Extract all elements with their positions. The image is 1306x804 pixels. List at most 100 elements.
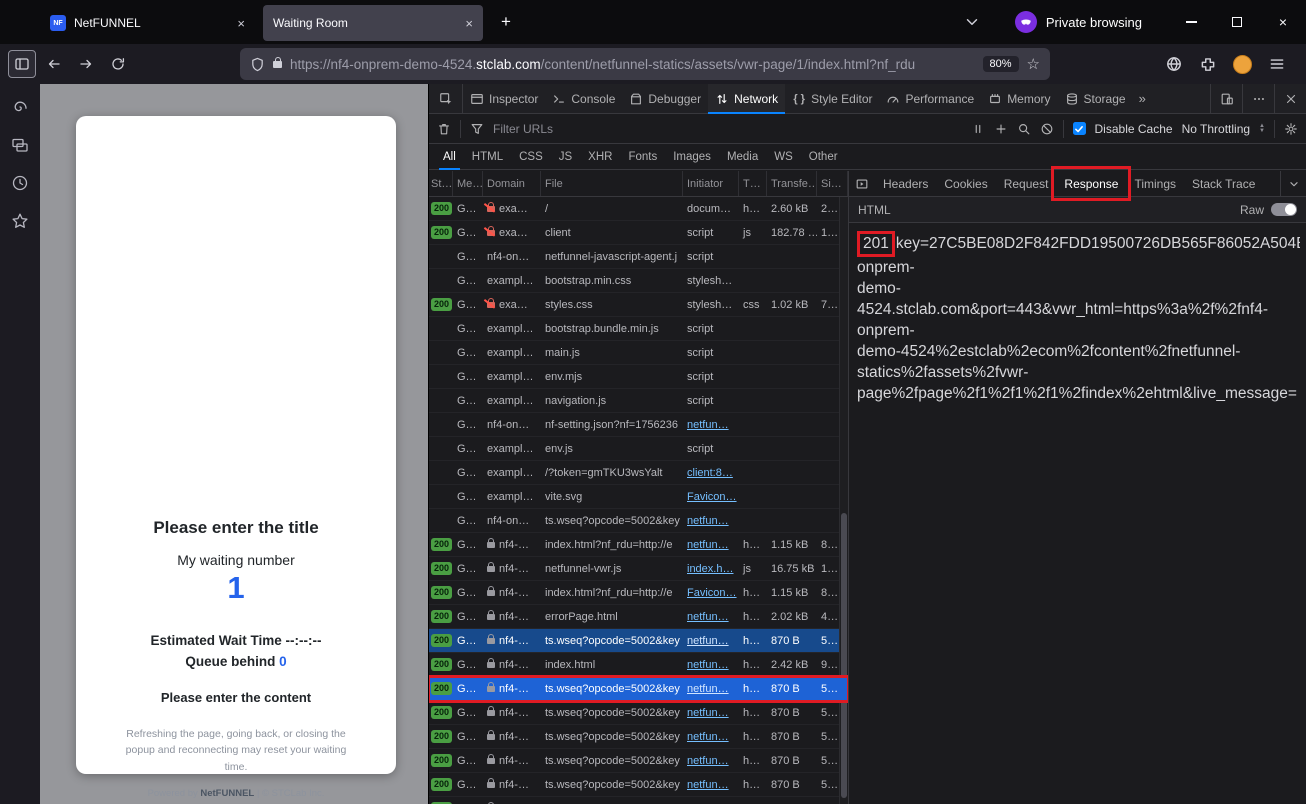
initiator-link[interactable]: netfun… <box>687 779 729 791</box>
network-request-row[interactable]: 200G…nf4-…index.html?nf_rdu=http://eFavi… <box>429 581 848 605</box>
network-request-row[interactable]: 200G…nf4-…ts.wseq?opcode=5002&keynetfun…… <box>429 629 848 653</box>
initiator-link[interactable]: netfun… <box>687 683 729 695</box>
tracking-protection-shield-icon[interactable] <box>250 57 265 72</box>
request-filter-other[interactable]: Other <box>801 144 846 169</box>
network-request-row[interactable]: 200G…nf4-…ts.wseq?opcode=…netfun… <box>429 797 848 804</box>
request-filter-css[interactable]: CSS <box>511 144 551 169</box>
column-header[interactable]: Transfe… <box>767 171 817 196</box>
back-button[interactable] <box>40 50 68 78</box>
disable-cache-checkbox[interactable] <box>1073 122 1086 135</box>
request-filter-html[interactable]: HTML <box>464 144 511 169</box>
devtools-tab-debugger[interactable]: Debugger <box>622 84 708 113</box>
devtools-tab-storage[interactable]: Storage <box>1058 84 1133 113</box>
detail-tab-stack-trace[interactable]: Stack Trace <box>1184 171 1263 196</box>
browser-tab-waiting-room[interactable]: Waiting Room × <box>263 5 483 41</box>
reload-button[interactable] <box>104 50 132 78</box>
column-header[interactable]: Initiator <box>683 171 739 196</box>
extensions-puzzle-icon[interactable] <box>1199 55 1217 73</box>
network-request-row[interactable]: G…exampl…main.jsscript <box>429 341 848 365</box>
initiator-link[interactable]: netfun… <box>687 635 729 647</box>
detail-tabs-dropdown-icon[interactable] <box>1280 171 1306 196</box>
block-requests-icon[interactable] <box>1040 122 1054 136</box>
forward-button[interactable] <box>72 50 100 78</box>
request-filter-js[interactable]: JS <box>551 144 580 169</box>
initiator-link[interactable]: netfun… <box>687 539 729 551</box>
devtools-settings-dots-icon[interactable] <box>1242 84 1274 113</box>
search-icon[interactable] <box>1017 122 1031 136</box>
devtools-close-icon[interactable] <box>1274 84 1306 113</box>
clear-requests-trash-icon[interactable] <box>437 122 451 136</box>
initiator-link[interactable]: netfun… <box>687 419 729 431</box>
devtools-tab-memory[interactable]: Memory <box>981 84 1057 113</box>
detail-tab-request[interactable]: Request <box>996 171 1057 196</box>
initiator-link[interactable]: netfun… <box>687 515 729 527</box>
network-request-row[interactable]: G…exampl…navigation.jsscript <box>429 389 848 413</box>
network-request-row[interactable]: 200G…exa…/docum…h…2.60 kB2… <box>429 197 848 221</box>
initiator-link[interactable]: client:8… <box>687 467 733 479</box>
initiator-link[interactable]: netfun… <box>687 755 729 767</box>
table-scrollbar[interactable] <box>839 197 848 804</box>
initiator-link[interactable]: Favicon… <box>687 587 737 599</box>
initiator-link[interactable]: netfun… <box>687 659 729 671</box>
network-request-row[interactable]: G…nf4-on…netfunnel-javascript-agent.jscr… <box>429 245 848 269</box>
pause-icon[interactable] <box>971 122 985 136</box>
url-bar[interactable]: https://nf4-onprem-demo-4524.stclab.com/… <box>240 48 1050 80</box>
network-request-row[interactable]: G…nf4-on…ts.wseq?opcode=5002&keynetfun… <box>429 509 848 533</box>
scrollbar-thumb[interactable] <box>841 513 847 798</box>
network-request-row[interactable]: 200G…nf4-…ts.wseq?opcode=5002&keynetfun…… <box>429 773 848 797</box>
network-request-row[interactable]: G…exampl…bootstrap.bundle.min.jsscript <box>429 317 848 341</box>
network-request-row[interactable]: G…nf4-on…nf-setting.json?nf=1756236netfu… <box>429 413 848 437</box>
devtools-tab-style-editor[interactable]: { }Style Editor <box>785 84 879 113</box>
synced-tabs-icon[interactable] <box>11 136 29 154</box>
network-request-row[interactable]: 200G…exa…styles.cssstylesh…css1.02 kB7… <box>429 293 848 317</box>
profile-avatar[interactable] <box>1233 55 1252 74</box>
new-tab-button[interactable]: + <box>491 7 521 37</box>
column-header[interactable]: Me… <box>453 171 483 196</box>
network-settings-gear-icon[interactable] <box>1284 122 1298 136</box>
maximize-button[interactable] <box>1214 0 1260 44</box>
network-request-row[interactable]: 200G…nf4-…index.htmlnetfun…h…2.42 kB9… <box>429 653 848 677</box>
network-request-row[interactable]: G…exampl…env.jsscript <box>429 437 848 461</box>
url-text[interactable]: https://nf4-onprem-demo-4524.stclab.com/… <box>290 57 975 72</box>
detail-tab-timings[interactable]: Timings <box>1126 171 1184 196</box>
throttling-select[interactable]: No Throttling <box>1182 122 1250 136</box>
detail-tab-response[interactable]: Response <box>1056 171 1126 196</box>
network-request-row[interactable]: G…exampl…vite.svgFavicon… <box>429 485 848 509</box>
disable-cache-label[interactable]: Disable Cache <box>1095 122 1173 136</box>
history-clock-icon[interactable] <box>11 174 29 192</box>
tab-close-icon[interactable]: × <box>237 16 245 31</box>
devtools-tab-console[interactable]: Console <box>545 84 622 113</box>
sidebar-toggle-button[interactable] <box>8 50 36 78</box>
request-filter-ws[interactable]: WS <box>766 144 801 169</box>
zoom-level-badge[interactable]: 80% <box>983 56 1019 72</box>
add-icon[interactable] <box>994 122 1008 136</box>
initiator-link[interactable]: netfun… <box>687 707 729 719</box>
network-request-row[interactable]: 200G…nf4-…ts.wseq?opcode=5002&keynetfun…… <box>429 725 848 749</box>
network-request-row[interactable]: 200G…exa…clientscriptjs182.78 …1… <box>429 221 848 245</box>
list-all-tabs-icon[interactable] <box>963 13 981 31</box>
https-lock-icon[interactable] <box>273 61 282 68</box>
devtools-tab-inspector[interactable]: Inspector <box>463 84 545 113</box>
network-request-row[interactable]: 200G…nf4-…index.html?nf_rdu=http://enetf… <box>429 533 848 557</box>
more-tools-chevron[interactable]: » <box>1133 84 1152 113</box>
close-window-button[interactable]: × <box>1260 0 1306 44</box>
menu-hamburger-icon[interactable] <box>1268 55 1286 73</box>
initiator-link[interactable]: Favicon… <box>687 491 737 503</box>
request-filter-xhr[interactable]: XHR <box>580 144 620 169</box>
request-filter-media[interactable]: Media <box>719 144 766 169</box>
network-request-row[interactable]: 200G…nf4-…errorPage.htmlnetfun…h…2.02 kB… <box>429 605 848 629</box>
responsive-design-mode-icon[interactable] <box>1210 84 1242 113</box>
network-request-row[interactable]: G…exampl…env.mjsscript <box>429 365 848 389</box>
initiator-link[interactable]: index.h… <box>687 563 733 575</box>
network-request-row[interactable]: G…exampl…/?token=gmTKU3wsYaltclient:8… <box>429 461 848 485</box>
request-filter-images[interactable]: Images <box>665 144 719 169</box>
filter-urls-input[interactable]: Filter URLs <box>493 122 553 136</box>
pick-element-icon[interactable] <box>429 84 463 113</box>
request-filter-all[interactable]: All <box>435 144 464 169</box>
column-header[interactable]: Domain <box>483 171 541 196</box>
network-request-row[interactable]: 200G…nf4-…ts.wseq?opcode=5002&keynetfun…… <box>429 701 848 725</box>
detail-tab-headers[interactable]: Headers <box>875 171 936 196</box>
network-request-row[interactable]: 200G…nf4-…ts.wseq?opcode=5002&keynetfun…… <box>429 677 848 701</box>
spiral-panel-icon[interactable] <box>11 98 29 116</box>
initiator-link[interactable]: netfun… <box>687 731 729 743</box>
